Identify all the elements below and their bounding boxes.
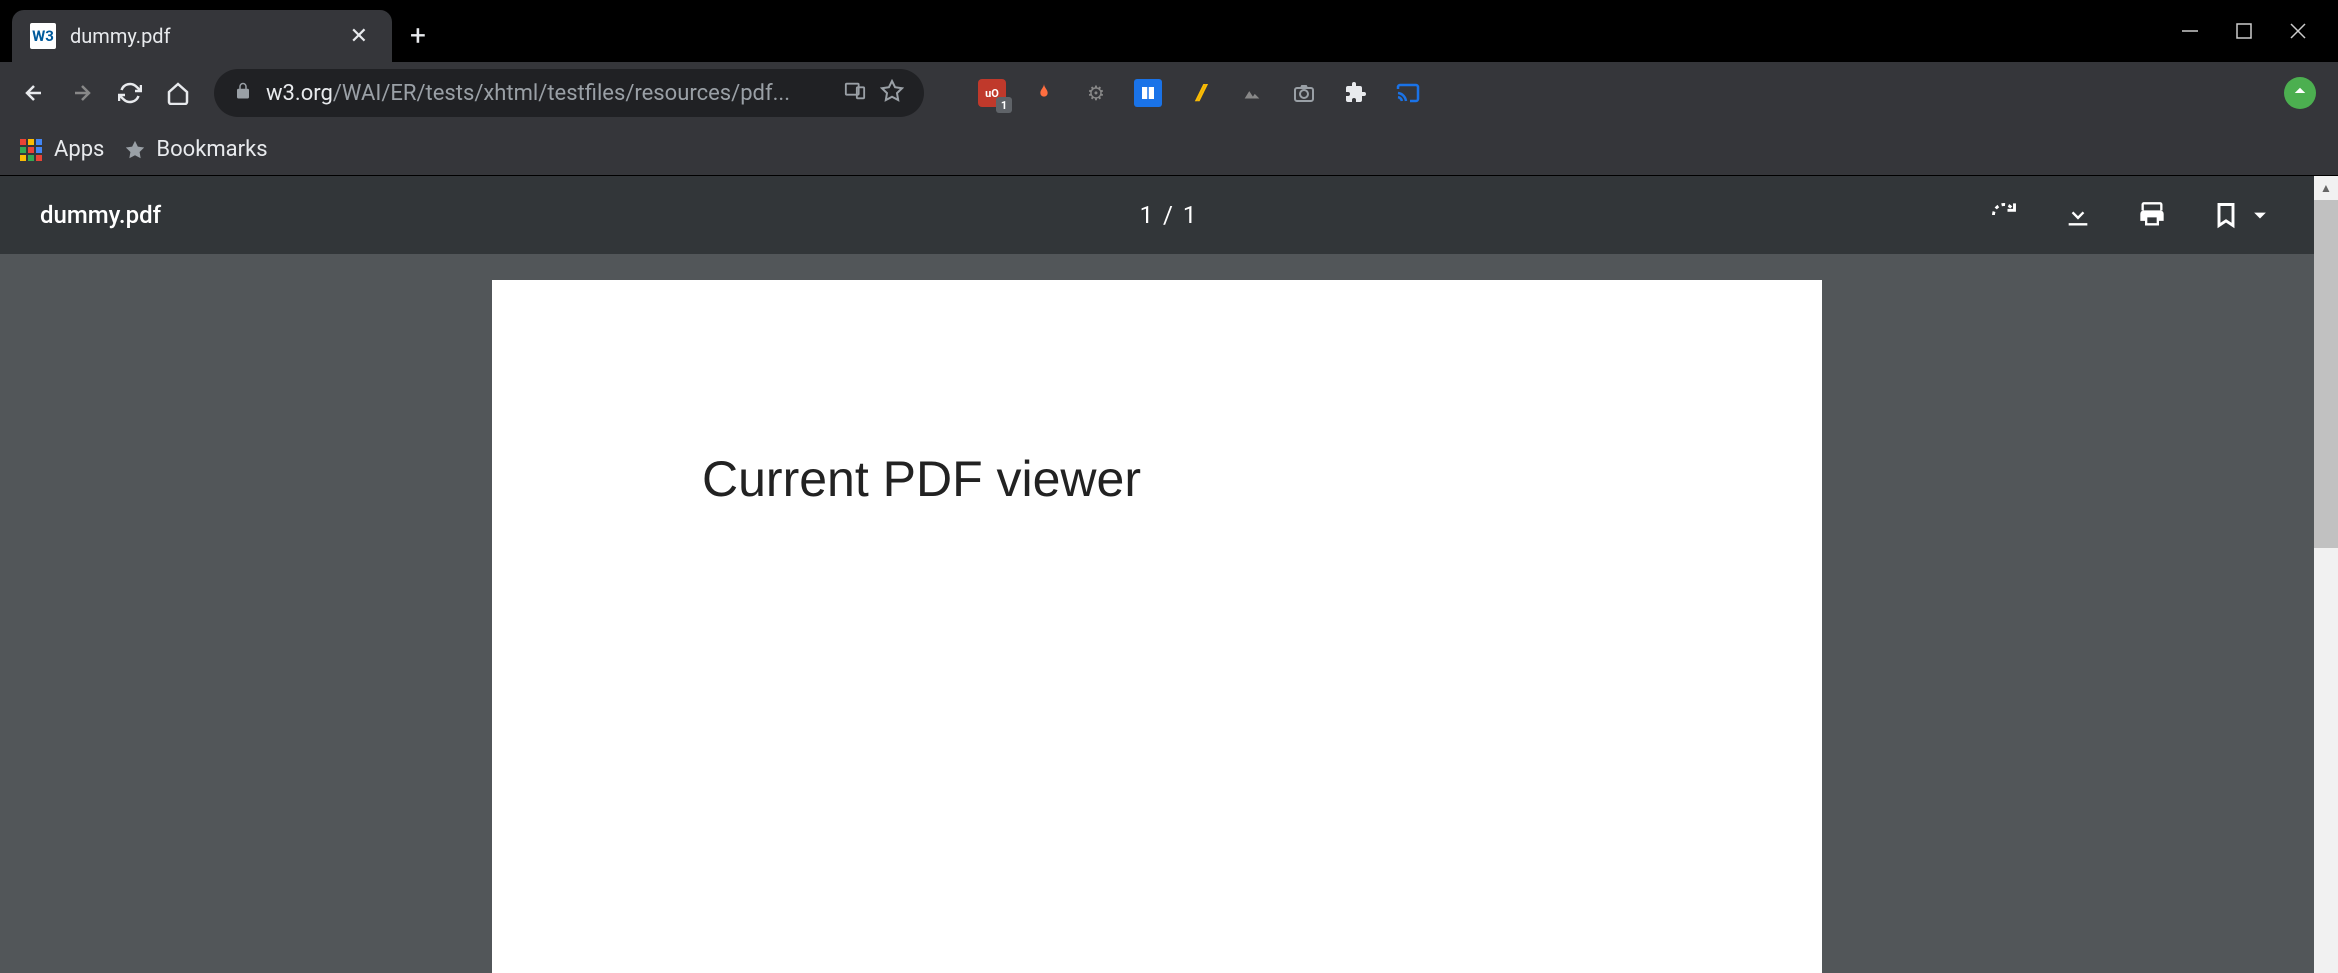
address-bar[interactable]: w3.org/WAI/ER/tests/xhtml/testfiles/reso… [214, 69, 924, 117]
back-button[interactable] [12, 71, 56, 115]
browser-tab[interactable]: W3 dummy.pdf ✕ [12, 10, 392, 62]
apps-button[interactable]: Apps [20, 137, 104, 162]
scroll-up-arrow[interactable]: ▲ [2314, 176, 2338, 200]
pdf-text-content: Current PDF viewer [702, 450, 1612, 508]
cast-icon[interactable] [1394, 79, 1422, 107]
bookmark-dropdown[interactable] [2212, 201, 2274, 229]
extensions-puzzle-icon[interactable] [1342, 79, 1370, 107]
camera-extension-icon[interactable] [1290, 79, 1318, 107]
browser-titlebar: W3 dummy.pdf ✕ + [0, 0, 2338, 62]
pdf-viewer: dummy.pdf 1 / 1 Current PDF [0, 176, 2338, 973]
bookmarks-folder[interactable]: Bookmarks [124, 137, 267, 162]
extension-badge: 1 [996, 97, 1012, 113]
bookmarks-label: Bookmarks [156, 137, 267, 162]
download-button[interactable] [2064, 201, 2092, 229]
rotate-button[interactable] [1990, 201, 2018, 229]
ublock-extension-icon[interactable]: uO 1 [978, 79, 1006, 107]
forward-button[interactable] [60, 71, 104, 115]
pdf-page-indicator: 1 / 1 [1140, 201, 1199, 229]
apps-label: Apps [54, 137, 104, 162]
send-to-devices-icon[interactable] [844, 80, 866, 106]
gear-extension-icon[interactable]: ⚙ [1082, 79, 1110, 107]
flame-extension-icon[interactable] [1030, 79, 1058, 107]
close-tab-icon[interactable]: ✕ [344, 20, 374, 53]
pdf-toolbar: dummy.pdf 1 / 1 [0, 176, 2314, 254]
maximize-icon[interactable] [2232, 19, 2256, 43]
apps-grid-icon [20, 139, 42, 161]
pdf-page: Current PDF viewer [492, 280, 1822, 973]
extensions-area: uO 1 ⚙ // [978, 79, 1422, 107]
window-controls [2150, 0, 2338, 62]
profile-avatar[interactable] [2284, 77, 2316, 109]
pdf-filename: dummy.pdf [40, 201, 161, 229]
reader-extension-icon[interactable] [1134, 79, 1162, 107]
minimize-icon[interactable] [2178, 19, 2202, 43]
lock-icon [234, 82, 252, 104]
reload-button[interactable] [108, 71, 152, 115]
pdf-content-area[interactable]: Current PDF viewer [0, 254, 2314, 973]
vertical-scrollbar[interactable]: ▲ [2314, 176, 2338, 973]
tab-favicon: W3 [30, 23, 56, 49]
scroll-track[interactable] [2314, 200, 2338, 973]
bookmark-star-icon[interactable] [880, 79, 904, 107]
close-window-icon[interactable] [2286, 19, 2310, 43]
tab-title: dummy.pdf [70, 24, 330, 48]
mountain-extension-icon[interactable] [1238, 79, 1266, 107]
url-text: w3.org/WAI/ER/tests/xhtml/testfiles/reso… [266, 81, 830, 106]
browser-toolbar: w3.org/WAI/ER/tests/xhtml/testfiles/reso… [0, 62, 2338, 124]
new-tab-button[interactable]: + [392, 9, 444, 62]
stripes-extension-icon[interactable]: // [1186, 79, 1214, 107]
bookmarks-bar: Apps Bookmarks [0, 124, 2338, 176]
scroll-thumb[interactable] [2314, 200, 2338, 548]
print-button[interactable] [2138, 201, 2166, 229]
home-button[interactable] [156, 71, 200, 115]
